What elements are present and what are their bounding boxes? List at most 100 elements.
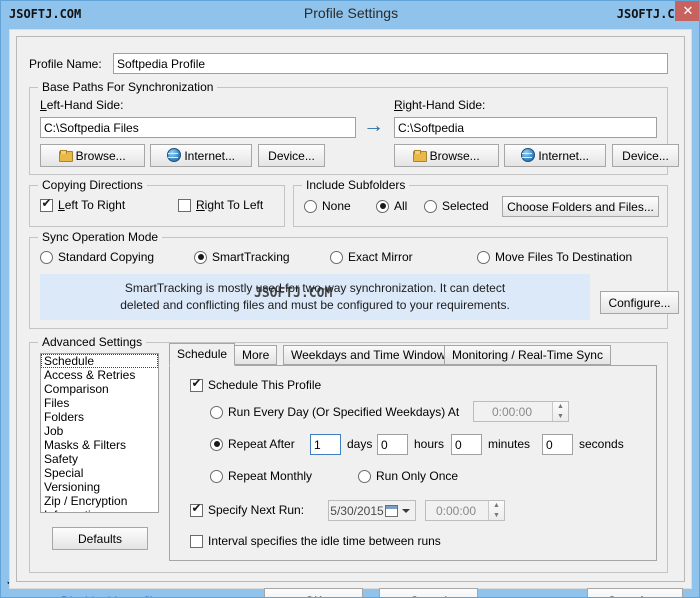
left-internet-button[interactable]: Internet... bbox=[150, 144, 252, 167]
checkbox-left-to-right[interactable]: Left To Right bbox=[40, 196, 126, 212]
include-subfolders-group: Include Subfolders None All Selected Cho… bbox=[293, 178, 668, 227]
base-paths-group-title: Base Paths For Synchronization bbox=[38, 80, 218, 94]
checkbox-schedule-this-profile-label: Schedule This Profile bbox=[208, 378, 322, 392]
right-internet-button[interactable]: Internet... bbox=[504, 144, 606, 167]
list-item[interactable]: Schedule bbox=[41, 354, 158, 368]
radio-dot bbox=[194, 250, 207, 264]
radio-run-every-day-label: Run Every Day (Or Specified Weekdays) At bbox=[228, 405, 460, 419]
spinner-down-icon[interactable]: ▼ bbox=[553, 412, 568, 422]
checkbox-specify-next-run-label: Specify Next Run: bbox=[208, 503, 305, 517]
advanced-settings-list[interactable]: Schedule Access & Retries Comparison Fil… bbox=[40, 353, 159, 513]
next-run-date-picker[interactable]: 5/30/2015 bbox=[328, 500, 416, 521]
radio-dot bbox=[304, 199, 317, 213]
choose-folders-and-files-button[interactable]: Choose Folders and Files... bbox=[502, 196, 659, 217]
advanced-settings-group-title: Advanced Settings bbox=[38, 335, 147, 349]
radio-dot bbox=[424, 199, 437, 213]
radio-dot bbox=[210, 405, 223, 419]
list-item[interactable]: Files bbox=[41, 396, 158, 410]
checkbox-box bbox=[40, 196, 53, 212]
close-icon[interactable]: ✕ bbox=[675, 1, 699, 21]
radio-subfolders-selected[interactable]: Selected bbox=[424, 199, 489, 213]
list-item[interactable]: Safety bbox=[41, 452, 158, 466]
repeat-seconds-label: seconds bbox=[579, 437, 624, 451]
repeat-days-label: days bbox=[347, 437, 373, 451]
spinner-down-icon[interactable]: ▼ bbox=[489, 511, 504, 521]
checkbox-box bbox=[190, 534, 203, 548]
spinner-up-icon[interactable]: ▲ bbox=[489, 501, 504, 511]
title-bar: JSOFTJ.COM Profile Settings JSOFTJ.COM ✕ bbox=[1, 1, 699, 29]
calendar-icon bbox=[385, 504, 398, 517]
left-hand-side-input[interactable] bbox=[40, 117, 356, 138]
spinner-arrows[interactable]: ▲ ▼ bbox=[488, 501, 504, 520]
cancel-button[interactable]: Cancel bbox=[379, 588, 478, 597]
right-device-button[interactable]: Device... bbox=[612, 144, 679, 167]
tab-schedule[interactable]: Schedule bbox=[169, 343, 236, 366]
left-device-button[interactable]: Device... bbox=[258, 144, 325, 167]
radio-subfolders-none-label: None bbox=[322, 199, 351, 213]
radio-run-only-once[interactable]: Run Only Once bbox=[358, 469, 458, 483]
folder-icon bbox=[59, 149, 74, 162]
list-item[interactable]: Zip / Encryption bbox=[41, 494, 158, 508]
list-item[interactable]: Folders bbox=[41, 410, 158, 424]
checkbox-box bbox=[190, 376, 203, 392]
radio-exact-mirror[interactable]: Exact Mirror bbox=[330, 250, 413, 264]
left-hand-side-label: Left-Hand Side: bbox=[40, 98, 124, 112]
checkbox-specify-next-run[interactable]: Specify Next Run: bbox=[190, 501, 305, 517]
radio-move-files-to-destination[interactable]: Move Files To Destination bbox=[477, 250, 632, 264]
list-item[interactable]: Job bbox=[41, 424, 158, 438]
radio-subfolders-none[interactable]: None bbox=[304, 199, 351, 213]
dialog-inner-panel: Profile Name: Base Paths For Synchroniza… bbox=[16, 36, 685, 597]
checkbox-right-to-left-label: Right To Left bbox=[196, 198, 264, 212]
repeat-days-input[interactable] bbox=[310, 434, 341, 455]
list-item[interactable]: Comparison bbox=[41, 382, 158, 396]
right-browse-button[interactable]: Browse... bbox=[394, 144, 499, 167]
spinner-up-icon[interactable]: ▲ bbox=[553, 402, 568, 412]
tab-monitoring-real-time-sync[interactable]: Monitoring / Real-Time Sync bbox=[444, 345, 611, 365]
direction-arrow-icon: → bbox=[363, 114, 384, 137]
radio-run-only-once-label: Run Only Once bbox=[376, 469, 459, 483]
radio-repeat-monthly-label: Repeat Monthly bbox=[228, 469, 313, 483]
left-browse-button[interactable]: Browse... bbox=[40, 144, 145, 167]
tab-weekdays-and-time-window[interactable]: Weekdays and Time Window bbox=[283, 345, 454, 365]
list-item[interactable]: Information bbox=[41, 508, 158, 512]
profile-name-label: Profile Name: bbox=[29, 57, 102, 71]
checkbox-schedule-this-profile[interactable]: Schedule This Profile bbox=[190, 376, 322, 392]
next-run-time-spinner[interactable]: 0:00:00 ▲ ▼ bbox=[425, 500, 505, 521]
radio-dot bbox=[477, 250, 490, 264]
radio-repeat-monthly[interactable]: Repeat Monthly bbox=[210, 469, 312, 483]
defaults-button[interactable]: Defaults bbox=[52, 527, 148, 550]
spinner-arrows[interactable]: ▲ ▼ bbox=[552, 402, 568, 421]
right-hand-side-input[interactable] bbox=[394, 117, 657, 138]
sync-operation-mode-group: Sync Operation Mode Standard Copying Sma… bbox=[29, 230, 679, 329]
radio-smarttracking[interactable]: SmartTracking bbox=[194, 250, 290, 264]
save-as-button[interactable]: Save As... bbox=[587, 588, 683, 597]
sync-operation-mode-group-title: Sync Operation Mode bbox=[38, 230, 163, 244]
repeat-minutes-input[interactable] bbox=[451, 434, 482, 455]
repeat-seconds-input[interactable] bbox=[542, 434, 573, 455]
globe-icon bbox=[520, 148, 535, 162]
list-item[interactable]: Special bbox=[41, 466, 158, 480]
checkbox-left-to-right-label: Left To Right bbox=[58, 198, 126, 212]
run-every-day-time-spinner[interactable]: 0:00:00 ▲ ▼ bbox=[473, 401, 569, 422]
chevron-down-icon[interactable] bbox=[402, 508, 410, 513]
profile-settings-window: JSOFTJ.COM Profile Settings JSOFTJ.COM ✕… bbox=[0, 0, 700, 598]
radio-run-every-day[interactable]: Run Every Day (Or Specified Weekdays) At bbox=[210, 405, 459, 419]
tab-more[interactable]: More bbox=[234, 345, 278, 365]
ok-button[interactable]: OK bbox=[264, 588, 363, 597]
list-item[interactable]: Masks & Filters bbox=[41, 438, 158, 452]
list-item[interactable]: Access & Retries bbox=[41, 368, 158, 382]
radio-standard-copying[interactable]: Standard Copying bbox=[40, 250, 154, 264]
radio-subfolders-all-label: All bbox=[394, 199, 408, 213]
checkbox-interval-idle-time[interactable]: Interval specifies the idle time between… bbox=[190, 534, 441, 548]
radio-subfolders-all[interactable]: All bbox=[376, 199, 407, 213]
radio-repeat-after[interactable]: Repeat After bbox=[210, 437, 295, 451]
list-item[interactable]: Versioning bbox=[41, 480, 158, 494]
profile-name-input[interactable] bbox=[113, 53, 668, 74]
copying-directions-group-title: Copying Directions bbox=[38, 178, 147, 192]
radio-repeat-after-label: Repeat After bbox=[228, 437, 295, 451]
checkbox-right-to-left[interactable]: Right To Left bbox=[178, 198, 263, 212]
disable-this-profile-link[interactable]: Disable this profile bbox=[61, 594, 159, 597]
repeat-hours-input[interactable] bbox=[377, 434, 408, 455]
configure-button[interactable]: Configure... bbox=[600, 291, 679, 314]
radio-move-files-to-destination-label: Move Files To Destination bbox=[495, 250, 633, 264]
